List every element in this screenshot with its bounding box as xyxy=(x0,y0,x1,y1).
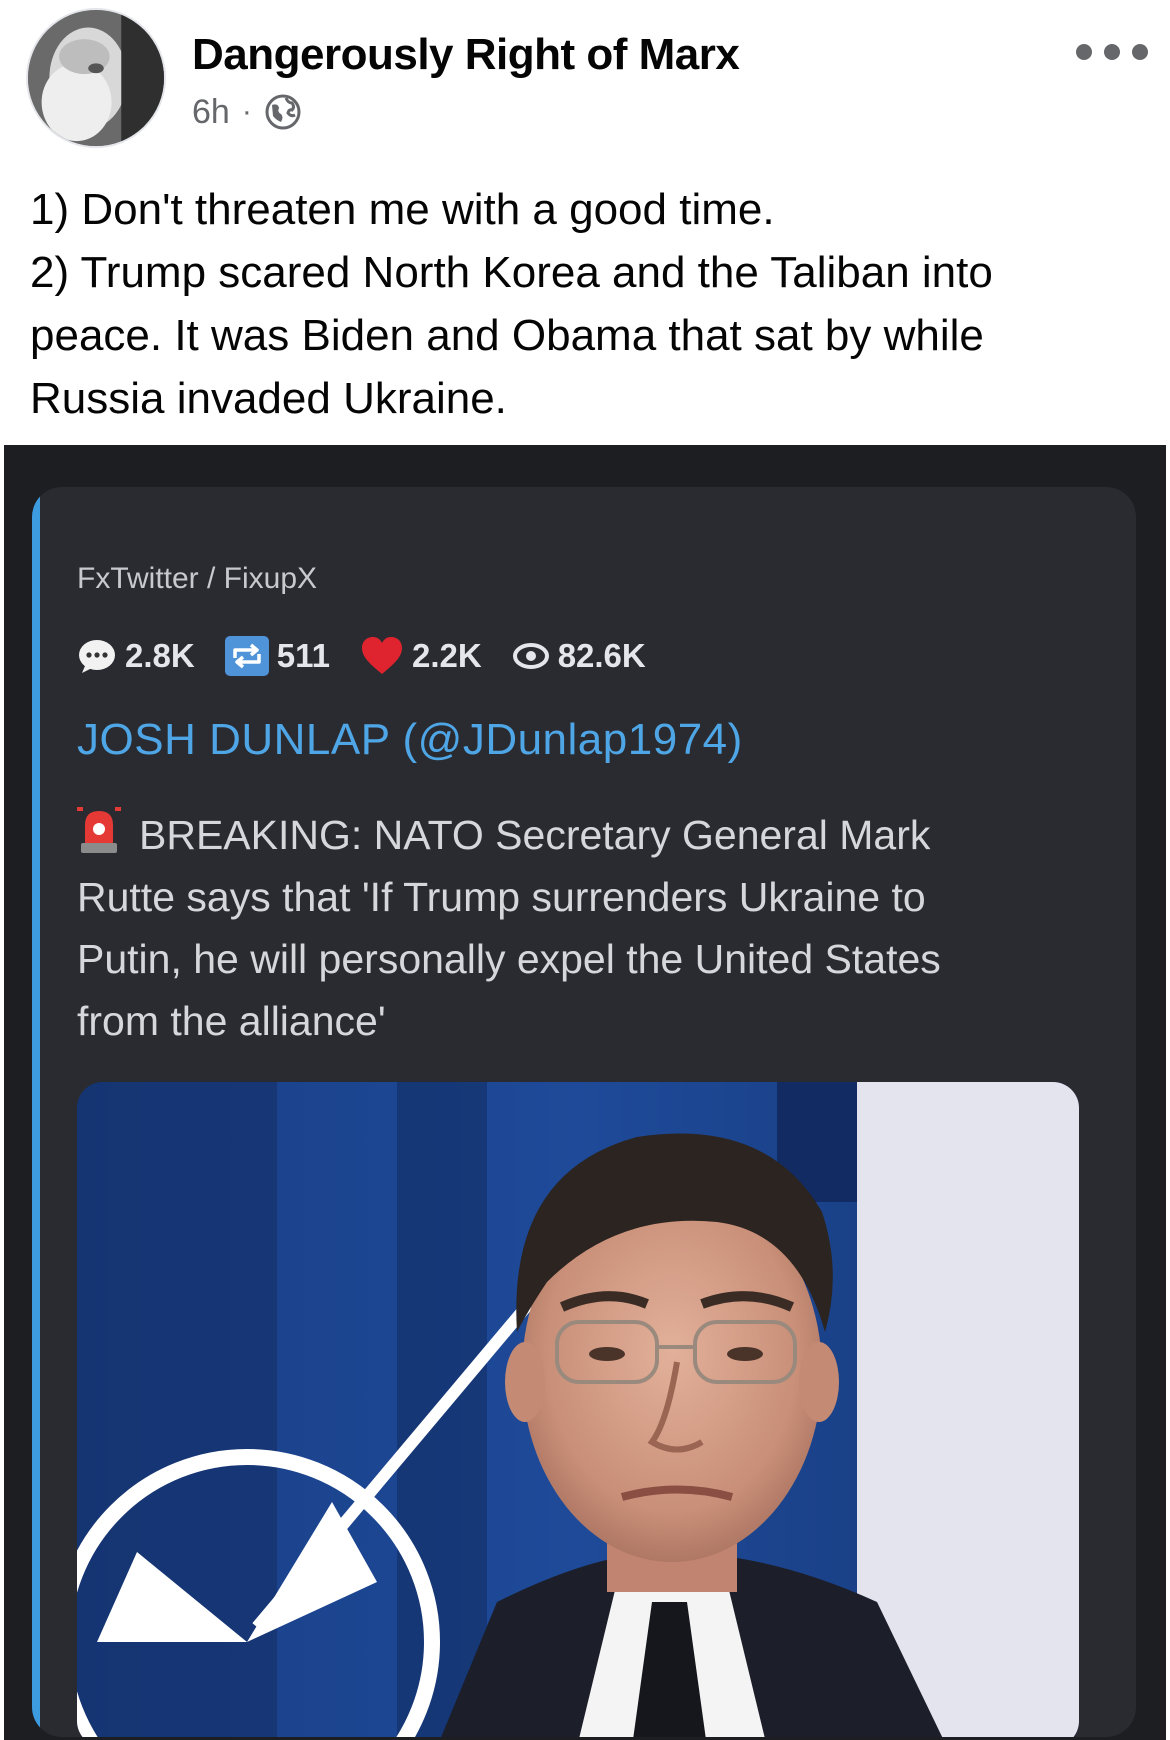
tweet-body-line: from the alliance' xyxy=(77,998,386,1044)
embed-provider: FxTwitter / FixupX xyxy=(77,562,318,595)
post-image[interactable]: FxTwitter / FixupX 2.8K 511 2.2K 82.6K J… xyxy=(4,445,1166,1740)
tweet-body: BREAKING: NATO Secretary General Mark Ru… xyxy=(77,804,1097,1052)
repeat-icon xyxy=(224,636,269,676)
heart-icon xyxy=(361,637,402,674)
embed-accent-bar xyxy=(32,487,40,1737)
post-text-line: Russia invaded Ukraine. xyxy=(30,374,507,423)
views-stat: 82.6K xyxy=(512,637,646,675)
eye-icon xyxy=(512,643,549,669)
tweet-body-line: Rutte says that 'If Trump surrenders Ukr… xyxy=(77,874,926,920)
tweet-body-line: BREAKING: NATO Secretary General Mark xyxy=(77,804,1097,866)
more-dot xyxy=(1132,44,1148,60)
more-dot xyxy=(1076,44,1092,60)
link-embed-card: FxTwitter / FixupX 2.8K 511 2.2K 82.6K J… xyxy=(32,487,1136,1737)
tweet-photo xyxy=(77,1082,1079,1737)
replies-count: 2.8K xyxy=(125,637,195,674)
post-text-line: peace. It was Biden and Obama that sat b… xyxy=(30,311,984,360)
avatar[interactable] xyxy=(26,8,166,148)
globe-icon xyxy=(265,94,301,130)
post-meta: 6h · xyxy=(192,92,302,132)
siren-icon xyxy=(77,807,121,853)
man-in-suit-photo xyxy=(77,1082,1079,1737)
tweet-body-line: Putin, he will personally expel the Unit… xyxy=(77,936,941,982)
retweets-count: 511 xyxy=(276,637,330,674)
likes-count: 2.2K xyxy=(411,637,482,674)
post-header: Dangerously Right of Marx 6h · xyxy=(0,0,1170,170)
avatar-image xyxy=(28,10,164,146)
tweet-body-text: BREAKING: NATO Secretary General Mark xyxy=(139,812,931,858)
retweets-stat: 511 xyxy=(224,636,330,676)
tweet-author: JOSH DUNLAP (@JDunlap1974) xyxy=(77,715,743,764)
more-dot xyxy=(1104,44,1120,60)
meta-separator: · xyxy=(241,95,252,128)
likes-stat: 2.2K xyxy=(360,636,482,676)
speech-bubble-icon xyxy=(79,640,115,673)
author-name[interactable]: Dangerously Right of Marx xyxy=(192,30,740,80)
post-time[interactable]: 6h xyxy=(192,93,230,132)
post-text-line: 1) Don't threaten me with a good time. xyxy=(30,185,775,234)
replies-stat: 2.8K xyxy=(77,637,195,675)
post-text: 1) Don't threaten me with a good time. 2… xyxy=(30,178,1140,430)
post-text-line: 2) Trump scared North Korea and the Tali… xyxy=(30,248,993,297)
facebook-post: Dangerously Right of Marx 6h · 1) Don't … xyxy=(0,0,1170,1740)
views-count: 82.6K xyxy=(557,637,646,674)
more-options-icon[interactable] xyxy=(1076,36,1148,68)
tweet-stats: 2.8K 511 2.2K 82.6K xyxy=(77,634,676,678)
